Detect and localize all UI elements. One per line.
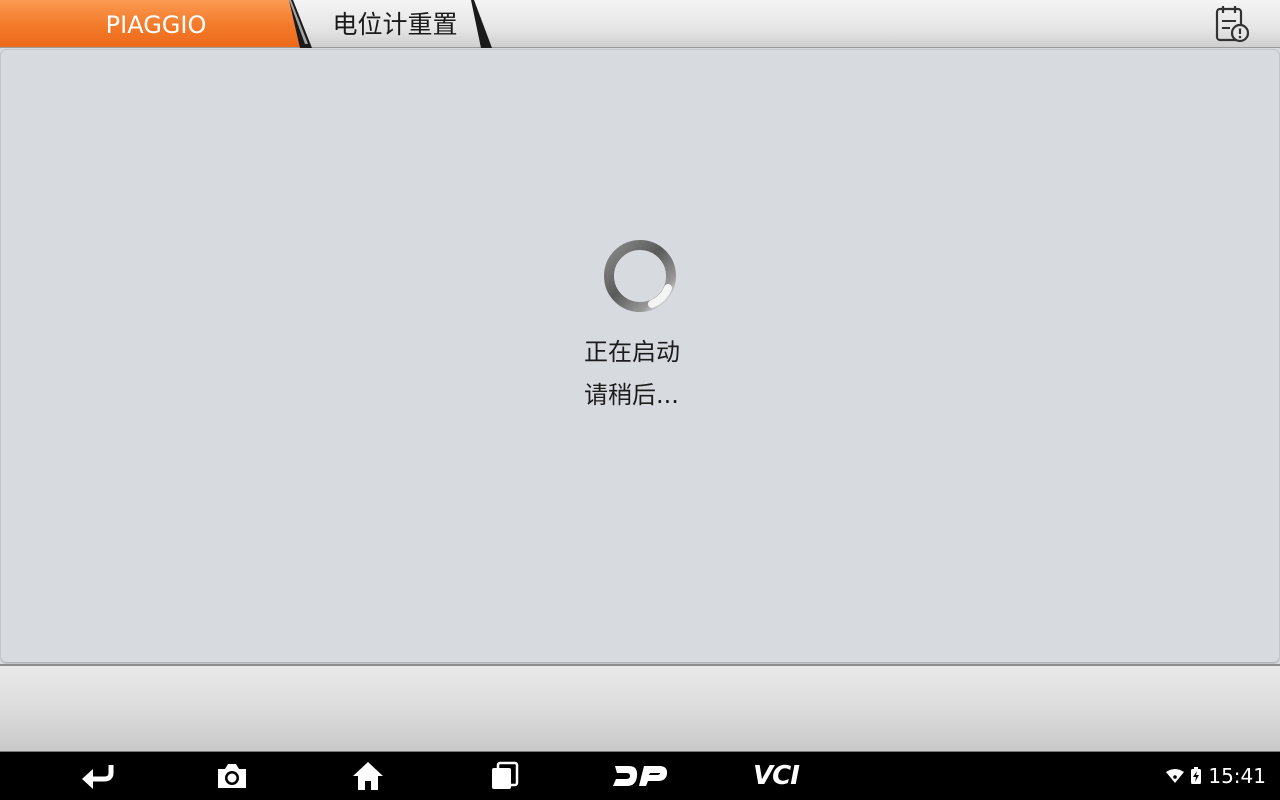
report-clipboard-icon[interactable] <box>1210 4 1252 44</box>
breadcrumb-separator-icon <box>289 0 312 48</box>
breadcrumb-brand[interactable]: PIAGGIO <box>0 0 312 48</box>
loading-wait-text: 请稍后... <box>584 381 679 409</box>
recents-button[interactable] <box>474 756 534 796</box>
loading-spinner-icon <box>604 240 676 312</box>
battery-charging-icon <box>1191 767 1202 784</box>
home-button[interactable] <box>338 756 398 796</box>
loading-status-text: 正在启动 <box>584 338 680 366</box>
breadcrumb-separator-icon <box>471 0 492 48</box>
back-button[interactable] <box>68 756 128 796</box>
status-clock: 15:41 <box>1208 764 1266 788</box>
bottom-button-bar <box>0 664 1280 752</box>
recents-icon <box>492 761 519 789</box>
screenshot-button[interactable] <box>202 756 262 796</box>
dp-button[interactable] <box>610 756 670 796</box>
vci-button[interactable]: VCI <box>746 756 806 796</box>
breadcrumb-function[interactable]: 电位计重置 <box>310 0 480 48</box>
vci-icon: VCI <box>753 761 800 791</box>
wifi-icon <box>1166 769 1185 783</box>
status-area: 15:41 <box>1166 752 1266 800</box>
top-header: PIAGGIO 电位计重置 <box>0 0 1280 48</box>
back-icon <box>82 765 114 789</box>
system-nav-bar: VCI 15:41 <box>0 752 1280 800</box>
dp-icon <box>613 766 668 786</box>
camera-icon <box>218 764 246 788</box>
home-icon <box>353 762 383 790</box>
